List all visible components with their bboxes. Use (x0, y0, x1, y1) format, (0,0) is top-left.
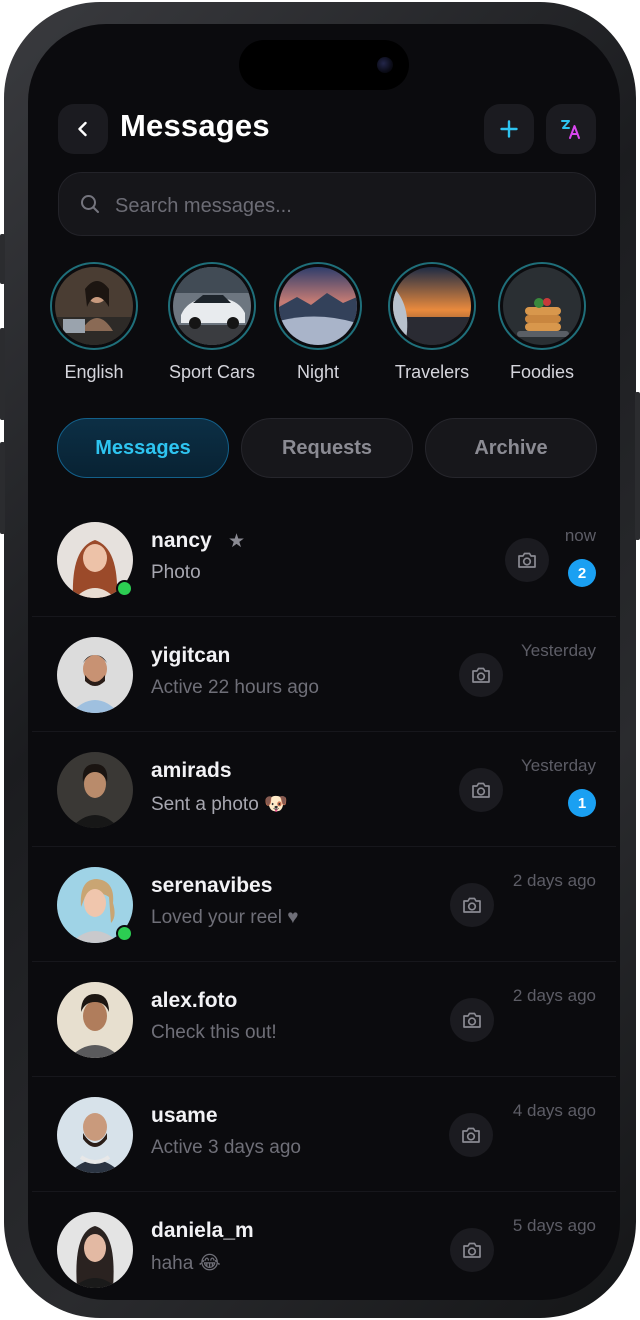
story-thumbnail-travelers (393, 267, 471, 345)
story-thumbnail-night (279, 267, 357, 345)
message-preview: Photo (151, 562, 201, 583)
tab-requests[interactable]: Requests (241, 418, 413, 478)
story-english[interactable]: English (39, 262, 149, 383)
message-preview: haha 😂 (151, 1253, 221, 1274)
conversation-row-serenavibes[interactable]: serenavibes Loved your reel ♥ 2 days ago (28, 847, 620, 962)
camera-button[interactable] (459, 768, 503, 812)
story-label: Sport Cars (168, 362, 256, 382)
story-thumbnail-foodies (503, 267, 581, 345)
camera-button[interactable] (459, 653, 503, 697)
camera-button[interactable] (450, 883, 494, 927)
unread-badge: 2 (568, 559, 596, 587)
conversation-row-amirads[interactable]: amirads Sent a photo 🐶 Yesterday 1 (28, 732, 620, 847)
page-title: Messages (120, 108, 270, 143)
avatar (57, 982, 133, 1058)
story-foodies[interactable]: Foodies (487, 262, 597, 383)
timestamp: Yesterday (521, 756, 596, 775)
conversation-row-nancy[interactable]: nancy ★ Photo now 2 (28, 502, 620, 617)
back-button[interactable] (58, 104, 108, 154)
translate-button[interactable] (546, 104, 596, 154)
search-bar[interactable] (58, 172, 596, 236)
search-icon (81, 195, 99, 213)
camera-icon (463, 1012, 481, 1028)
story-ring (388, 262, 476, 350)
camera-lens (377, 57, 393, 73)
avatar (57, 1212, 133, 1288)
story-label: Night (296, 362, 340, 382)
camera-icon (518, 552, 536, 568)
camera-icon (472, 667, 490, 683)
conversation-row-yigitcan[interactable]: yigitcan Active 22 hours ago Yesterday (28, 617, 620, 732)
timestamp: 2 days ago (512, 986, 596, 1005)
camera-button[interactable] (450, 998, 494, 1042)
tab-archive[interactable]: Archive (425, 418, 597, 478)
dynamic-island (239, 40, 409, 90)
volume-down-button (0, 442, 5, 534)
story-ring (168, 262, 256, 350)
camera-icon (463, 1242, 481, 1258)
volume-up-button (0, 328, 5, 420)
story-travelers[interactable]: Travelers (377, 262, 487, 383)
timestamp: now (564, 526, 596, 545)
message-preview: Check this out! (151, 1022, 277, 1043)
story-label: Travelers (394, 362, 470, 382)
story-thumbnail-english (55, 267, 133, 345)
username: serenavibes (151, 874, 273, 897)
new-message-button[interactable] (484, 104, 534, 154)
tab-messages[interactable]: Messages (57, 418, 229, 478)
chevron-left-icon (78, 121, 87, 137)
avatar (57, 637, 133, 713)
translate-icon (561, 120, 580, 139)
story-ring (50, 262, 138, 350)
camera-icon (472, 782, 490, 798)
phone-frame: Messages Search messages... English Spor… (0, 2, 640, 1318)
message-preview: Loved your reel ♥ (151, 907, 299, 928)
online-indicator (116, 580, 133, 597)
story-ring (274, 262, 362, 350)
username: alex.foto (151, 989, 238, 1012)
plus-icon (500, 120, 518, 138)
action-button (0, 234, 5, 284)
username: usame (151, 1104, 218, 1127)
username: daniela_m (151, 1219, 254, 1242)
message-preview: Active 22 hours ago (151, 677, 319, 698)
screen: Messages Search messages... English Spor… (28, 24, 620, 1300)
search-input[interactable] (113, 185, 577, 227)
story-night[interactable]: Night (263, 262, 373, 383)
message-preview: Sent a photo 🐶 (151, 794, 288, 815)
timestamp: 5 days ago (512, 1216, 596, 1235)
online-indicator (116, 925, 133, 942)
avatar (57, 1097, 133, 1173)
unread-badge: 1 (568, 789, 596, 817)
power-button (635, 392, 640, 540)
story-ring (498, 262, 586, 350)
conversation-row-daniela-m[interactable]: daniela_m haha 😂 5 days ago (28, 1192, 620, 1300)
conversation-row-alex-foto[interactable]: alex.foto Check this out! 2 days ago (28, 962, 620, 1077)
story-sport-cars[interactable]: Sport Cars (157, 262, 267, 383)
camera-icon (462, 1127, 480, 1143)
camera-button[interactable] (449, 1113, 493, 1157)
camera-icon (463, 897, 481, 913)
username: yigitcan (151, 644, 231, 667)
story-thumbnail-sport-cars (173, 267, 251, 345)
username: nancy (151, 529, 212, 552)
message-preview: Active 3 days ago (151, 1137, 301, 1158)
username: amirads (151, 759, 232, 782)
camera-button[interactable] (505, 538, 549, 582)
timestamp: Yesterday (521, 641, 596, 660)
story-label: English (64, 362, 124, 382)
timestamp: 4 days ago (512, 1101, 596, 1120)
camera-button[interactable] (450, 1228, 494, 1272)
star-icon: ★ (228, 531, 246, 552)
timestamp: 2 days ago (512, 871, 596, 890)
story-label: Foodies (509, 362, 575, 382)
avatar (57, 752, 133, 828)
conversation-row-usame[interactable]: usame Active 3 days ago 4 days ago (28, 1077, 620, 1192)
